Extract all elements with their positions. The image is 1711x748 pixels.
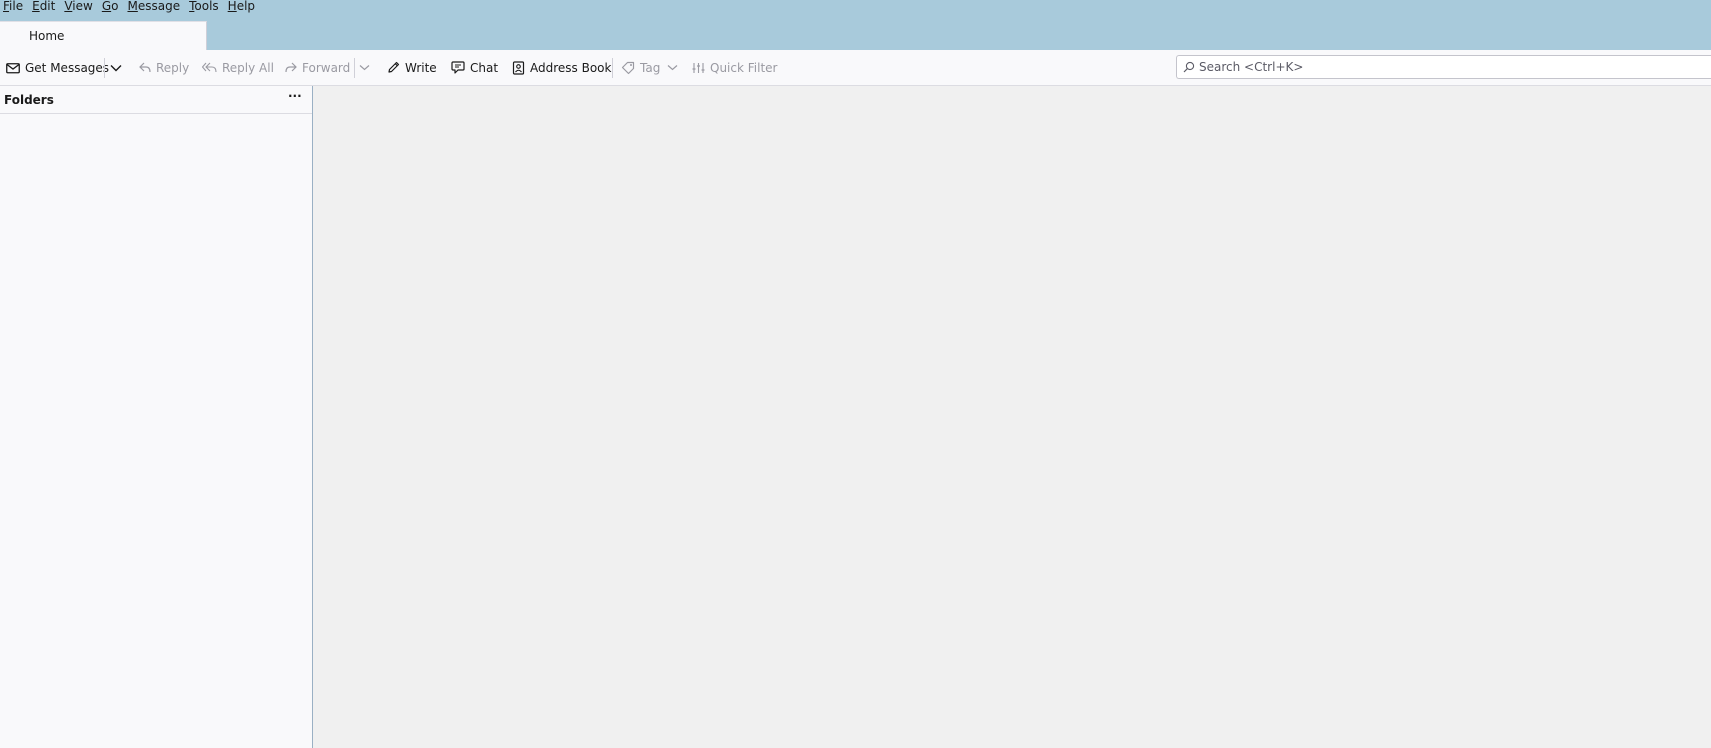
menu-message-label: essage — [137, 0, 181, 13]
get-messages-label: Get Messages — [25, 60, 110, 75]
get-messages-button[interactable]: Get Messages — [6, 50, 109, 85]
tab-home[interactable]: Home — [0, 21, 207, 50]
menu-help-label: elp — [236, 0, 256, 13]
search-icon — [1183, 61, 1195, 73]
write-label: Write — [405, 60, 437, 75]
toolbar-separator — [104, 58, 105, 78]
menu-edit-accesskey: E — [32, 0, 40, 13]
menu-tools-label: ools — [194, 0, 219, 13]
forward-dropdown-button[interactable] — [359, 50, 370, 85]
forward-icon — [285, 62, 297, 73]
chevron-down-icon — [667, 65, 678, 71]
envelope-icon — [6, 62, 20, 73]
menu-view-label: iew — [72, 0, 93, 13]
reply-all-button[interactable]: Reply All — [202, 50, 274, 85]
quick-filter-label: Quick Filter — [710, 60, 778, 75]
quick-filter-button[interactable]: Quick Filter — [692, 50, 777, 85]
menu-bar: File Edit View Go Message Tools Help — [0, 0, 261, 13]
reply-label: Reply — [156, 60, 190, 75]
forward-button[interactable]: Forward — [285, 50, 350, 85]
menu-edit-label: dit — [39, 0, 56, 13]
address-book-button[interactable]: Address Book — [512, 50, 611, 85]
menu-message[interactable]: Message — [124, 0, 183, 12]
reply-all-icon — [202, 62, 217, 73]
menu-tools[interactable]: Tools — [186, 0, 222, 12]
reply-icon — [139, 62, 151, 73]
menu-message-accesskey: M — [127, 0, 138, 13]
chat-bubble-icon — [451, 61, 465, 74]
get-messages-dropdown-button[interactable] — [110, 50, 122, 85]
address-book-icon — [512, 60, 525, 75]
reply-button[interactable]: Reply — [139, 50, 189, 85]
write-button[interactable]: Write — [387, 50, 437, 85]
title-bar: File Edit View Go Message Tools Help Hom… — [0, 0, 1711, 50]
menu-view[interactable]: View — [61, 0, 95, 12]
menu-file-label: ile — [9, 0, 24, 13]
menu-go-accesskey: G — [101, 0, 112, 13]
toolbar-separator — [354, 58, 355, 78]
tag-icon — [621, 61, 635, 74]
menu-help-accesskey: H — [227, 0, 237, 13]
chat-button[interactable]: Chat — [451, 50, 498, 85]
menu-go[interactable]: Go — [99, 0, 122, 12]
mail-toolbar: Get Messages Reply Reply All Forward Wri… — [0, 50, 1711, 86]
tag-label: Tag — [640, 60, 661, 75]
menu-file[interactable]: File — [0, 0, 26, 12]
message-pane — [313, 86, 1711, 748]
pencil-icon — [388, 61, 400, 73]
folder-pane-more-button[interactable]: ··· — [288, 89, 302, 103]
filter-sliders-icon — [692, 62, 705, 73]
menu-go-label: o — [111, 0, 119, 13]
reply-all-label: Reply All — [222, 60, 274, 75]
folder-pane-header: Folders ··· — [0, 86, 312, 114]
tab-home-label: Home — [29, 29, 65, 43]
chevron-down-icon — [359, 65, 370, 71]
search-input[interactable]: Search <Ctrl+K> — [1176, 55, 1711, 79]
tag-button[interactable]: Tag — [621, 50, 683, 85]
address-book-label: Address Book — [530, 60, 612, 75]
chevron-down-icon — [110, 64, 122, 71]
folder-pane-title: Folders — [4, 93, 54, 107]
menu-help[interactable]: Help — [225, 0, 258, 12]
chat-label: Chat — [470, 60, 499, 75]
search-placeholder: Search <Ctrl+K> — [1199, 60, 1304, 74]
toolbar-separator — [612, 58, 613, 78]
forward-label: Forward — [302, 60, 351, 75]
folder-pane: Folders ··· — [0, 86, 313, 748]
menu-edit[interactable]: Edit — [29, 0, 58, 12]
